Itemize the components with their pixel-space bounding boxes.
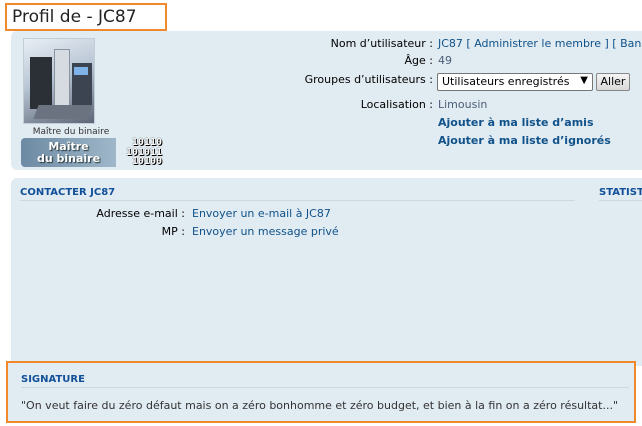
pm-label: MP : — [161, 225, 185, 238]
user-avatar — [23, 38, 95, 124]
signature-heading: SIGNATURE — [21, 374, 85, 385]
add-friend-link[interactable]: Ajouter à ma liste d’amis — [438, 116, 594, 129]
statistics-divider — [599, 200, 642, 201]
location-label: Localisation : — [360, 98, 433, 111]
page-title: Profil de - JC87 — [5, 3, 167, 31]
signature-text: "On veut faire du zéro défaut mais on a … — [21, 399, 619, 412]
groups-label: Groupes d’utilisateurs : — [304, 73, 433, 86]
send-pm-link[interactable]: Envoyer un message privé — [192, 225, 339, 238]
profile-panel: Maître du binaire Maître du binaire 1011… — [11, 31, 642, 170]
rank-badge-line-2: du binaire — [36, 152, 101, 165]
username-link[interactable]: JC87 — [438, 37, 463, 50]
signature-divider — [21, 387, 629, 388]
username-label: Nom d’utilisateur : — [330, 37, 433, 50]
groups-select[interactable]: Utilisateurs enregistrés ▼ — [437, 73, 593, 91]
age-label: Âge : — [404, 54, 433, 67]
add-foe-link[interactable]: Ajouter à ma liste d’ignorés — [438, 134, 611, 147]
contact-heading: CONTACTER JC87 — [20, 187, 116, 198]
location-value: Limousin — [438, 98, 488, 111]
dropdown-arrow-icon: ▼ — [580, 75, 588, 86]
contact-divider — [20, 200, 575, 201]
rank-badge: Maître du binaire 10110 101011 10100 — [21, 138, 162, 167]
signature-section: SIGNATURE "On veut faire du zéro défaut … — [6, 361, 636, 423]
rank-title: Maître du binaire — [32, 127, 110, 137]
statistics-heading: STATISTI — [599, 187, 642, 198]
groups-select-value: Utilisateurs enregistrés — [442, 75, 570, 88]
groups-go-button[interactable]: Aller — [596, 73, 630, 91]
contact-panel: CONTACTER JC87 STATISTI Adresse e-mail :… — [11, 178, 642, 366]
email-label: Adresse e-mail : — [96, 207, 185, 220]
send-email-link[interactable]: Envoyer un e-mail à JC87 — [192, 207, 331, 220]
age-value: 49 — [438, 54, 452, 67]
rank-binary-3: 10100 — [131, 156, 162, 167]
ban-user-link[interactable]: [ Ban — [612, 37, 641, 50]
admin-user-link[interactable]: [ Administrer le membre ] — [466, 37, 608, 50]
